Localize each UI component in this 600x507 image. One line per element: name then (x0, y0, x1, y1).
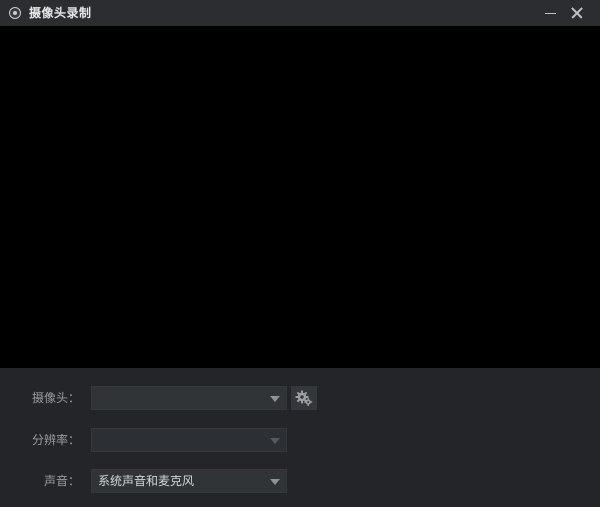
minimize-button[interactable] (539, 3, 561, 23)
chevron-down-icon (270, 396, 280, 402)
camera-row: 摄像头： (0, 386, 600, 410)
resolution-row: 分辨率： (0, 428, 600, 452)
chevron-down-icon (270, 479, 280, 485)
gears-icon (295, 390, 313, 406)
minimize-icon (545, 13, 556, 14)
camera-label: 摄像头： (31, 391, 80, 405)
close-button[interactable] (566, 3, 588, 23)
audio-select[interactable]: 系统声音和麦克风 (91, 469, 287, 493)
camera-recording-window: 摄像头录制 摄像头： 分辨率： 声音： 系统声音和麦克风 (0, 0, 600, 507)
resolution-label: 分辨率： (31, 433, 80, 447)
window-title: 摄像头录制 (29, 6, 92, 20)
chevron-down-icon (270, 438, 280, 444)
camera-select[interactable] (91, 386, 287, 410)
webcam-icon (9, 7, 21, 19)
resolution-select[interactable] (91, 428, 287, 452)
camera-preview (0, 26, 600, 368)
audio-row: 声音： 系统声音和麦克风 (0, 469, 600, 493)
audio-label: 声音： (43, 474, 80, 488)
title-bar[interactable]: 摄像头录制 (0, 0, 600, 26)
audio-select-value: 系统声音和麦克风 (98, 474, 195, 488)
camera-settings-button[interactable] (291, 386, 317, 410)
